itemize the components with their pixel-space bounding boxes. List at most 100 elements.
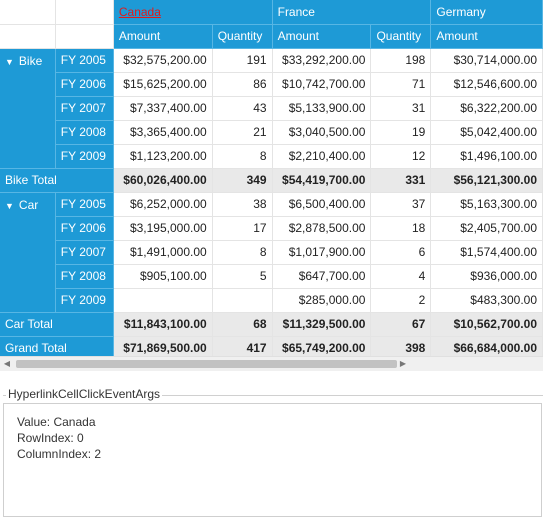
cell-amount[interactable]: $15,625,200.00 — [113, 72, 213, 97]
chevron-right-icon[interactable]: ▶ — [398, 359, 408, 369]
measure-header-amount[interactable]: Amount — [430, 24, 543, 49]
cell-amount[interactable]: $7,337,400.00 — [113, 96, 213, 121]
cell-quantity[interactable]: 19 — [370, 120, 432, 145]
cell-grand-total-quantity[interactable]: 417 — [212, 336, 273, 356]
cell-total-amount[interactable]: $60,026,400.00 — [113, 168, 213, 193]
cell-amount[interactable]: $483,300.00 — [430, 288, 543, 313]
cell-amount[interactable]: $1,574,400.00 — [430, 240, 543, 265]
measure-header-amount[interactable]: Amount — [272, 24, 372, 49]
row-header-car[interactable]: ▼ Car — [0, 192, 56, 313]
row-header-year[interactable]: FY 2007 — [55, 240, 114, 265]
row-header-year[interactable]: FY 2006 — [55, 72, 114, 97]
cell-quantity[interactable]: 191 — [212, 48, 273, 73]
cell-amount[interactable]: $1,017,900.00 — [272, 240, 372, 265]
row-header-year[interactable]: FY 2008 — [55, 264, 114, 289]
corner-cell — [55, 0, 114, 25]
cell-quantity[interactable]: 8 — [212, 144, 273, 169]
cell-quantity[interactable]: 86 — [212, 72, 273, 97]
row-header-year[interactable]: FY 2005 — [55, 48, 114, 73]
row-header-year[interactable]: FY 2009 — [55, 144, 114, 169]
cell-quantity[interactable]: 18 — [370, 216, 432, 241]
row-header-year[interactable]: FY 2007 — [55, 96, 114, 121]
row-header-grand-total[interactable]: Grand Total — [0, 336, 114, 356]
cell-total-amount[interactable]: $11,843,100.00 — [113, 312, 213, 337]
cell-amount[interactable]: $5,163,300.00 — [430, 192, 543, 217]
canada-hyperlink[interactable]: Canada — [119, 5, 161, 19]
column-header-france[interactable]: France — [272, 0, 432, 25]
cell-total-amount[interactable]: $11,329,500.00 — [272, 312, 372, 337]
measure-header-quantity[interactable]: Quantity — [370, 24, 432, 49]
horizontal-scrollbar[interactable]: ◀ ▶ — [0, 356, 543, 371]
cell-amount[interactable]: $10,742,700.00 — [272, 72, 372, 97]
cell-amount[interactable] — [113, 288, 213, 313]
cell-amount[interactable]: $3,040,500.00 — [272, 120, 372, 145]
event-args-output: Value: Canada RowIndex: 0 ColumnIndex: 2 — [3, 403, 542, 517]
row-header-bike-total[interactable]: Bike Total — [0, 168, 114, 193]
row-header-year[interactable]: FY 2005 — [55, 192, 114, 217]
measure-header-quantity[interactable]: Quantity — [212, 24, 273, 49]
cell-amount[interactable]: $936,000.00 — [430, 264, 543, 289]
header-row-countries: Canada France Germany — [0, 0, 543, 25]
cell-grand-total-amount[interactable]: $65,749,200.00 — [272, 336, 372, 356]
scrollbar-thumb[interactable] — [16, 360, 397, 368]
cell-amount[interactable]: $285,000.00 — [272, 288, 372, 313]
cell-quantity[interactable]: 5 — [212, 264, 273, 289]
row-header-year[interactable]: FY 2008 — [55, 120, 114, 145]
row-header-year[interactable]: FY 2009 — [55, 288, 114, 313]
row-header-car-total[interactable]: Car Total — [0, 312, 114, 337]
cell-amount[interactable]: $6,500,400.00 — [272, 192, 372, 217]
cell-quantity[interactable]: 31 — [370, 96, 432, 121]
cell-amount[interactable]: $6,252,000.00 — [113, 192, 213, 217]
cell-amount[interactable]: $1,123,200.00 — [113, 144, 213, 169]
cell-amount[interactable]: $3,365,400.00 — [113, 120, 213, 145]
column-header-germany[interactable]: Germany — [430, 0, 543, 25]
cell-quantity[interactable]: 38 — [212, 192, 273, 217]
cell-total-quantity[interactable]: 67 — [370, 312, 432, 337]
cell-quantity[interactable]: 21 — [212, 120, 273, 145]
header-row-measures: Amount Quantity Amount Quantity Amount — [0, 24, 543, 49]
cell-grand-total-amount[interactable]: $71,869,500.00 — [113, 336, 213, 356]
cell-amount[interactable]: $5,133,900.00 — [272, 96, 372, 121]
cell-quantity[interactable]: 2 — [370, 288, 432, 313]
cell-amount[interactable]: $12,546,600.00 — [430, 72, 543, 97]
row-header-bike[interactable]: ▼ Bike — [0, 48, 56, 169]
cell-total-amount[interactable]: $56,121,300.00 — [430, 168, 543, 193]
cell-amount[interactable]: $1,496,100.00 — [430, 144, 543, 169]
cell-amount[interactable]: $647,700.00 — [272, 264, 372, 289]
cell-grand-total-amount[interactable]: $66,684,000.00 — [430, 336, 543, 356]
triangle-down-icon[interactable]: ▼ — [5, 57, 14, 67]
cell-amount[interactable]: $30,714,000.00 — [430, 48, 543, 73]
cell-quantity[interactable]: 43 — [212, 96, 273, 121]
triangle-down-icon[interactable]: ▼ — [5, 201, 14, 211]
cell-amount[interactable]: $2,210,400.00 — [272, 144, 372, 169]
cell-total-amount[interactable]: $10,562,700.00 — [430, 312, 543, 337]
cell-quantity[interactable] — [212, 288, 273, 313]
cell-total-quantity[interactable]: 331 — [370, 168, 432, 193]
cell-amount[interactable]: $5,042,400.00 — [430, 120, 543, 145]
chevron-left-icon[interactable]: ◀ — [2, 359, 12, 369]
cell-amount[interactable]: $3,195,000.00 — [113, 216, 213, 241]
cell-total-quantity[interactable]: 68 — [212, 312, 273, 337]
cell-amount[interactable]: $33,292,200.00 — [272, 48, 372, 73]
cell-quantity[interactable]: 6 — [370, 240, 432, 265]
column-header-canada[interactable]: Canada — [113, 0, 273, 25]
cell-amount[interactable]: $6,322,200.00 — [430, 96, 543, 121]
cell-quantity[interactable]: 4 — [370, 264, 432, 289]
cell-amount[interactable]: $32,575,200.00 — [113, 48, 213, 73]
cell-amount[interactable]: $905,100.00 — [113, 264, 213, 289]
row-header-year[interactable]: FY 2006 — [55, 216, 114, 241]
cell-quantity[interactable]: 198 — [370, 48, 432, 73]
measure-header-amount[interactable]: Amount — [113, 24, 213, 49]
cell-quantity[interactable]: 37 — [370, 192, 432, 217]
cell-total-amount[interactable]: $54,419,700.00 — [272, 168, 372, 193]
cell-amount[interactable]: $2,878,500.00 — [272, 216, 372, 241]
cell-amount[interactable]: $1,491,000.00 — [113, 240, 213, 265]
cell-quantity[interactable]: 12 — [370, 144, 432, 169]
cell-quantity[interactable]: 17 — [212, 216, 273, 241]
table-row: FY 2009 $1,123,200.00 8 $2,210,400.00 12… — [0, 144, 543, 169]
cell-quantity[interactable]: 8 — [212, 240, 273, 265]
cell-grand-total-quantity[interactable]: 398 — [370, 336, 432, 356]
cell-quantity[interactable]: 71 — [370, 72, 432, 97]
cell-amount[interactable]: $2,405,700.00 — [430, 216, 543, 241]
cell-total-quantity[interactable]: 349 — [212, 168, 273, 193]
